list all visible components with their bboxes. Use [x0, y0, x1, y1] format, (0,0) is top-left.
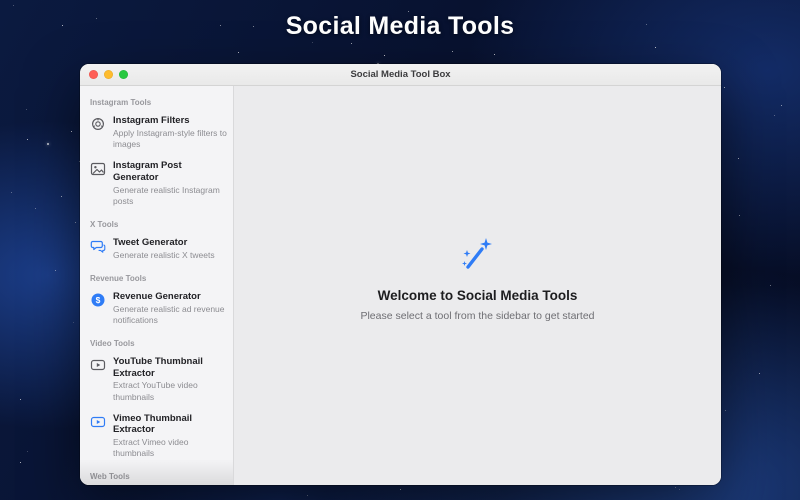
photo-icon — [90, 161, 106, 177]
zoom-button[interactable] — [119, 70, 128, 79]
sidebar-item[interactable]: Open Graph Meta GeneratorGenerate social… — [80, 484, 233, 485]
welcome-panel: Welcome to Social Media Tools Please sel… — [360, 236, 594, 322]
vimeo-play-icon — [90, 414, 106, 430]
page-title: Social Media Tools — [0, 12, 800, 41]
dollar-circle-icon: $ — [90, 292, 106, 308]
sidebar-item-label: Instagram Filters — [113, 115, 227, 127]
sidebar-item-subtitle: Apply Instagram-style filters to images — [113, 128, 227, 150]
sidebar-item-label: Instagram Post Generator — [113, 160, 227, 184]
sidebar-item-label: YouTube Thumbnail Extractor — [113, 356, 227, 380]
sidebar-item-subtitle: Extract YouTube video thumbnails — [113, 380, 227, 402]
minimize-button[interactable] — [104, 70, 113, 79]
sidebar-item-label: Tweet Generator — [113, 237, 215, 249]
magic-wand-icon — [457, 236, 497, 276]
app-window: Social Media Tool Box Instagram ToolsIns… — [80, 64, 721, 485]
sidebar-item-label: Revenue Generator — [113, 291, 227, 303]
svg-text:$: $ — [96, 295, 101, 305]
main-content: Welcome to Social Media Tools Please sel… — [234, 86, 721, 485]
window-title: Social Media Tool Box — [350, 69, 450, 80]
chat-bubbles-icon — [90, 238, 106, 254]
sidebar: Instagram ToolsInstagram FiltersApply In… — [80, 86, 234, 485]
welcome-title: Welcome to Social Media Tools — [378, 288, 578, 303]
sidebar-section-header: Revenue Tools — [80, 266, 233, 286]
sidebar-section-header: X Tools — [80, 212, 233, 232]
sidebar-item-subtitle: Extract Vimeo video thumbnails — [113, 437, 227, 459]
camera-filters-icon — [90, 116, 106, 132]
sidebar-item-subtitle: Generate realistic Instagram posts — [113, 185, 227, 207]
sidebar-item-subtitle: Generate realistic ad revenue notificati… — [113, 304, 227, 326]
sidebar-item[interactable]: $ Revenue GeneratorGenerate realistic ad … — [80, 286, 233, 331]
sidebar-item[interactable]: Tweet GeneratorGenerate realistic X twee… — [80, 232, 233, 266]
youtube-play-icon — [90, 357, 106, 373]
window-controls — [89, 64, 128, 85]
close-button[interactable] — [89, 70, 98, 79]
sidebar-section-header: Instagram Tools — [80, 90, 233, 110]
welcome-subtitle: Please select a tool from the sidebar to… — [360, 310, 594, 322]
sidebar-item-label: Vimeo Thumbnail Extractor — [113, 413, 227, 437]
sidebar-item[interactable]: Instagram Post GeneratorGenerate realist… — [80, 155, 233, 212]
sidebar-item-subtitle: Generate realistic X tweets — [113, 250, 215, 261]
sidebar-item[interactable]: Instagram FiltersApply Instagram-style f… — [80, 110, 233, 155]
sidebar-item[interactable]: YouTube Thumbnail ExtractorExtract YouTu… — [80, 351, 233, 408]
window-titlebar[interactable]: Social Media Tool Box — [80, 64, 721, 86]
sidebar-section-header: Web Tools — [80, 464, 233, 484]
sidebar-section-header: Video Tools — [80, 331, 233, 351]
sidebar-item[interactable]: Vimeo Thumbnail ExtractorExtract Vimeo v… — [80, 408, 233, 465]
